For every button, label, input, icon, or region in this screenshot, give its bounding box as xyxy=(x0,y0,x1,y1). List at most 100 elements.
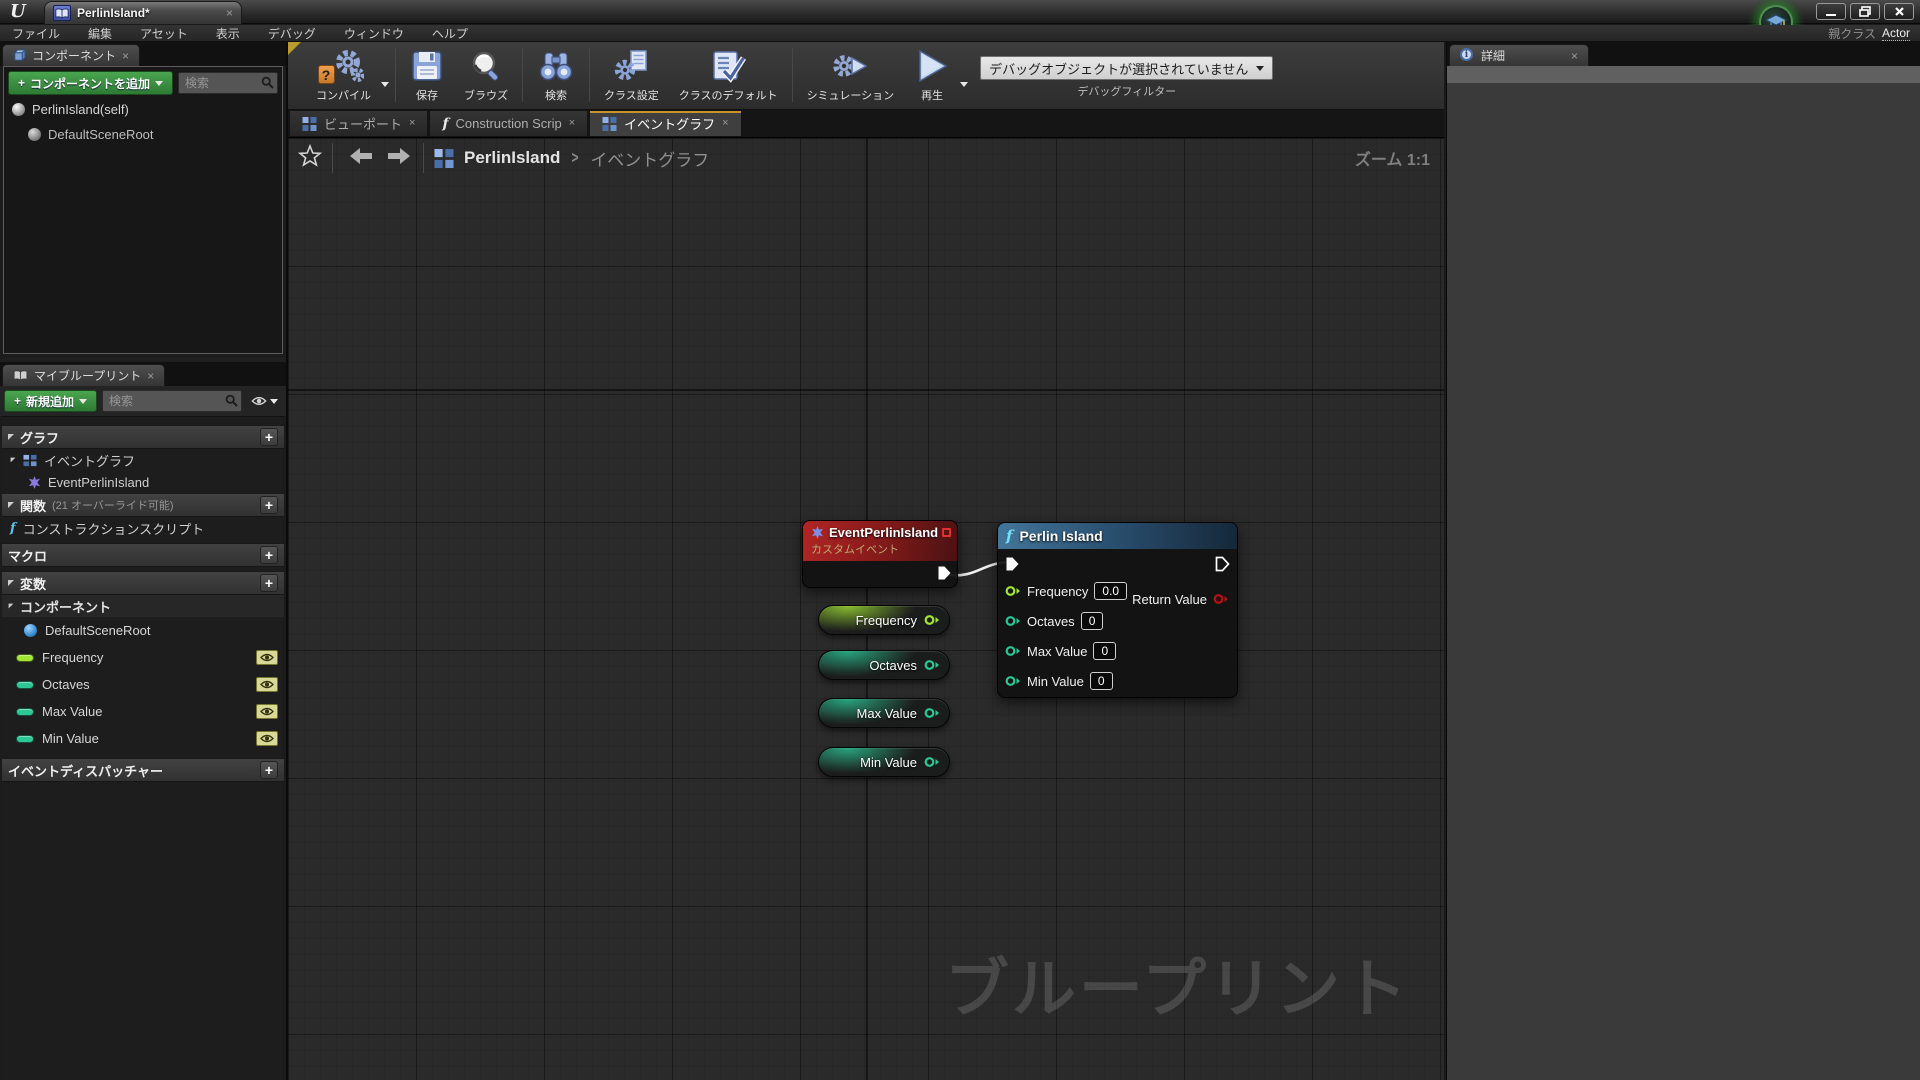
tab-close-icon[interactable]: × xyxy=(722,118,728,129)
tab-close-icon[interactable]: × xyxy=(569,118,575,129)
tab-viewport[interactable]: ビューポート × xyxy=(289,110,429,137)
tab-construction-script[interactable]: f Construction Scrip × xyxy=(429,110,589,137)
value-input-frequency[interactable]: 0.0 xyxy=(1094,582,1128,600)
int-pin-icon[interactable] xyxy=(1005,675,1021,687)
browse-button[interactable]: ブラウズ xyxy=(454,42,518,108)
var-get-frequency[interactable]: Frequency xyxy=(818,605,950,635)
close-button[interactable] xyxy=(1884,3,1914,20)
viewport-grid-icon xyxy=(302,116,317,131)
event-node-row[interactable]: EventPerlinIsland xyxy=(2,471,284,493)
menu-edit[interactable]: 編集 xyxy=(88,25,112,42)
tab-close-icon[interactable]: × xyxy=(409,118,415,129)
variable-row-defaultsceneroot[interactable]: DefaultSceneRoot xyxy=(2,617,284,644)
node-event-perlinisland[interactable]: EventPerlinIsland カスタムイベント xyxy=(802,520,958,588)
menu-view[interactable]: 表示 xyxy=(216,25,240,42)
var-get-octaves[interactable]: Octaves xyxy=(818,650,950,680)
add-event-dispatcher-button[interactable]: + xyxy=(260,761,278,779)
add-variable-button[interactable]: + xyxy=(260,574,278,592)
favorite-star-icon[interactable] xyxy=(297,143,323,173)
components-category-row[interactable]: コンポーネント xyxy=(2,595,284,617)
int-pin-icon[interactable] xyxy=(924,659,940,671)
class-settings-button[interactable]: クラス設定 xyxy=(594,42,669,108)
float-pin-icon[interactable] xyxy=(1005,585,1021,597)
details-tab-close-icon[interactable]: × xyxy=(1571,50,1578,62)
compile-options-caret-icon[interactable] xyxy=(381,82,389,87)
asset-tab-close-icon[interactable]: × xyxy=(226,7,233,19)
event-dispatchers-section-header[interactable]: イベントディスパッチャー + xyxy=(2,758,284,782)
variable-visibility-toggle[interactable] xyxy=(256,650,278,665)
variable-row-frequency[interactable]: Frequency xyxy=(2,644,284,671)
exec-output-pin[interactable] xyxy=(937,565,952,581)
asset-tab-perlinisland[interactable]: PerlinIsland* × xyxy=(44,1,242,24)
int-pin-icon[interactable] xyxy=(924,707,940,719)
tab-components[interactable]: コンポーネント × xyxy=(2,44,141,66)
var-get-min-value[interactable]: Min Value xyxy=(818,747,950,777)
my-blueprint-tab-label: マイブループリント xyxy=(34,369,142,383)
collapse-arrow-icon xyxy=(8,434,14,440)
variable-row-max-value[interactable]: Max Value xyxy=(2,698,284,725)
menu-help[interactable]: ヘルプ xyxy=(432,25,468,42)
int-pin-icon[interactable] xyxy=(1005,645,1021,657)
add-graph-button[interactable]: + xyxy=(260,428,278,446)
return-value-pin-icon[interactable] xyxy=(1213,593,1229,605)
search-icon xyxy=(261,76,274,94)
minimize-button[interactable] xyxy=(1816,3,1846,20)
variables-section-header[interactable]: 変数 + xyxy=(2,571,284,595)
value-input-octaves[interactable]: 0 xyxy=(1080,612,1104,630)
forward-arrow-icon[interactable] xyxy=(385,146,413,171)
event-graph-canvas[interactable]: PerlinIsland > イベントグラフ ズーム 1:1 EventPerl… xyxy=(288,138,1444,1080)
graphs-section-header[interactable]: グラフ + xyxy=(2,425,284,449)
delegate-pin[interactable] xyxy=(942,528,951,537)
exec-input-pin[interactable] xyxy=(1005,556,1020,572)
exec-output-pin[interactable] xyxy=(1215,556,1230,572)
var-get-max-value[interactable]: Max Value xyxy=(818,698,950,728)
node-perlin-island[interactable]: f Perlin Island Frequency 0.0 Octaves 0 … xyxy=(997,522,1238,698)
breadcrumb-root[interactable]: PerlinIsland xyxy=(464,148,560,168)
components-tab-close-icon[interactable]: × xyxy=(122,50,129,62)
my-blueprint-search-input[interactable] xyxy=(102,390,242,412)
variable-row-octaves[interactable]: Octaves xyxy=(2,671,284,698)
variable-visibility-toggle[interactable] xyxy=(256,677,278,692)
tab-my-blueprint[interactable]: マイブループリント × xyxy=(2,364,166,386)
value-input-min-value[interactable]: 0 xyxy=(1089,672,1113,690)
find-button[interactable]: 検索 xyxy=(527,42,585,108)
float-pin-icon[interactable] xyxy=(924,614,940,626)
menu-window[interactable]: ウィンドウ xyxy=(344,25,404,42)
components-tab-label: コンポーネント xyxy=(32,49,117,63)
tab-event-graph[interactable]: イベントグラフ × xyxy=(589,110,742,137)
play-button[interactable]: 再生 xyxy=(904,42,960,108)
tab-details[interactable]: i 詳細 × xyxy=(1449,44,1590,66)
play-options-caret-icon[interactable] xyxy=(960,82,969,87)
breadcrumb-current[interactable]: イベントグラフ xyxy=(590,146,709,171)
class-defaults-button[interactable]: クラスのデフォルト xyxy=(669,42,788,108)
menu-debug[interactable]: デバッグ xyxy=(268,25,316,42)
add-function-button[interactable]: + xyxy=(260,496,278,514)
add-macro-button[interactable]: + xyxy=(260,546,278,564)
parent-class-link[interactable]: Actor xyxy=(1881,26,1910,41)
int-pin-icon[interactable] xyxy=(924,756,940,768)
functions-section-header[interactable]: 関数 (21 オーバーライド可能) + xyxy=(2,493,284,517)
back-arrow-icon[interactable] xyxy=(347,146,375,171)
component-row-defaultsceneroot[interactable]: DefaultSceneRoot xyxy=(8,124,278,145)
variable-row-min-value[interactable]: Min Value xyxy=(2,725,284,752)
add-component-button[interactable]: + コンポーネントを追加 xyxy=(8,71,174,95)
visibility-filter-button[interactable] xyxy=(247,390,282,412)
variable-visibility-toggle[interactable] xyxy=(256,731,278,746)
macros-section-header[interactable]: マクロ + xyxy=(2,543,284,567)
menu-file[interactable]: ファイル xyxy=(12,25,60,42)
save-button[interactable]: 保存 xyxy=(400,42,454,108)
debug-filter-group: デバッグオブジェクトが選択されていません デバッグフィルター xyxy=(980,42,1274,99)
menu-asset[interactable]: アセット xyxy=(140,25,188,42)
variable-visibility-toggle[interactable] xyxy=(256,704,278,719)
int-pin-icon[interactable] xyxy=(1005,615,1021,627)
compile-button[interactable]: ? コンパイル xyxy=(306,42,381,108)
add-new-button[interactable]: + 新規追加 xyxy=(4,390,98,412)
debug-object-dropdown[interactable]: デバッグオブジェクトが選択されていません xyxy=(980,56,1274,80)
event-graph-row[interactable]: イベントグラフ xyxy=(2,449,284,471)
simulate-button[interactable]: シミュレーション xyxy=(797,42,905,108)
construction-script-row[interactable]: f コンストラクションスクリプト xyxy=(2,517,284,539)
component-row-self[interactable]: PerlinIsland(self) xyxy=(8,99,278,120)
value-input-max-value[interactable]: 0 xyxy=(1093,642,1117,660)
restore-button[interactable] xyxy=(1850,3,1880,20)
my-blueprint-tab-close-icon[interactable]: × xyxy=(147,370,154,382)
